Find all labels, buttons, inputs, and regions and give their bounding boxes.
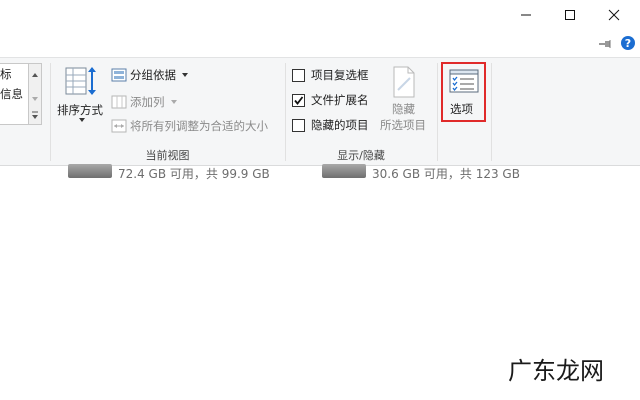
options-highlight-box [441, 62, 486, 122]
group-by-button[interactable]: 分组依据 [130, 67, 176, 83]
minimize-button[interactable] [506, 0, 546, 30]
add-columns-icon [111, 94, 127, 109]
watermark: 广东龙网 [508, 357, 604, 385]
layout-item-details[interactable]: 信息 [0, 86, 23, 102]
close-button[interactable] [594, 0, 634, 30]
maximize-button[interactable] [550, 0, 590, 30]
minimize-icon [521, 14, 531, 16]
checkmark-icon [294, 96, 304, 105]
file-extensions-label[interactable]: 文件扩展名 [311, 92, 369, 108]
drive-icon[interactable] [68, 164, 112, 178]
group-separator [491, 63, 492, 161]
fit-columns-icon [111, 118, 127, 133]
hidden-items-label[interactable]: 隐藏的项目 [311, 117, 369, 133]
chevron-down-icon [171, 100, 177, 104]
sort-by-button[interactable] [62, 64, 98, 100]
add-columns-button[interactable]: 添加列 [130, 94, 165, 110]
help-icon[interactable]: ? [621, 36, 635, 50]
file-extensions-checkbox[interactable] [292, 94, 305, 107]
item-checkboxes-checkbox[interactable] [292, 69, 305, 82]
group-separator [437, 63, 438, 161]
show-hide-group-label: 显示/隐藏 [337, 149, 385, 162]
current-view-group-label: 当前视图 [145, 149, 190, 162]
pin-ribbon-icon[interactable] [598, 36, 612, 50]
drive-info: 30.6 GB 可用，共 123 GB [372, 167, 520, 181]
chevron-down-icon [79, 118, 85, 122]
close-icon [608, 9, 620, 21]
chevron-down-icon [182, 73, 188, 77]
maximize-icon [565, 10, 575, 20]
hide-selected-label-line2[interactable]: 所选项目 [380, 117, 426, 133]
hidden-items-checkbox[interactable] [292, 119, 305, 132]
item-checkboxes-label[interactable]: 项目复选框 [311, 67, 369, 83]
layout-item-tiles[interactable]: 标 [0, 66, 12, 82]
hide-selected-icon [392, 66, 416, 98]
drive-info: 72.4 GB 可用，共 99.9 GB [118, 167, 270, 181]
sort-by-label[interactable]: 排序方式 [57, 102, 103, 118]
fit-columns-button[interactable]: 将所有列调整为合适的大小 [130, 118, 268, 134]
drive-icon[interactable] [322, 164, 366, 178]
group-by-icon [111, 67, 127, 82]
layout-scrollbar[interactable] [28, 63, 42, 125]
sort-icon [65, 67, 96, 95]
hide-selected-label-line1[interactable]: 隐藏 [392, 101, 415, 117]
